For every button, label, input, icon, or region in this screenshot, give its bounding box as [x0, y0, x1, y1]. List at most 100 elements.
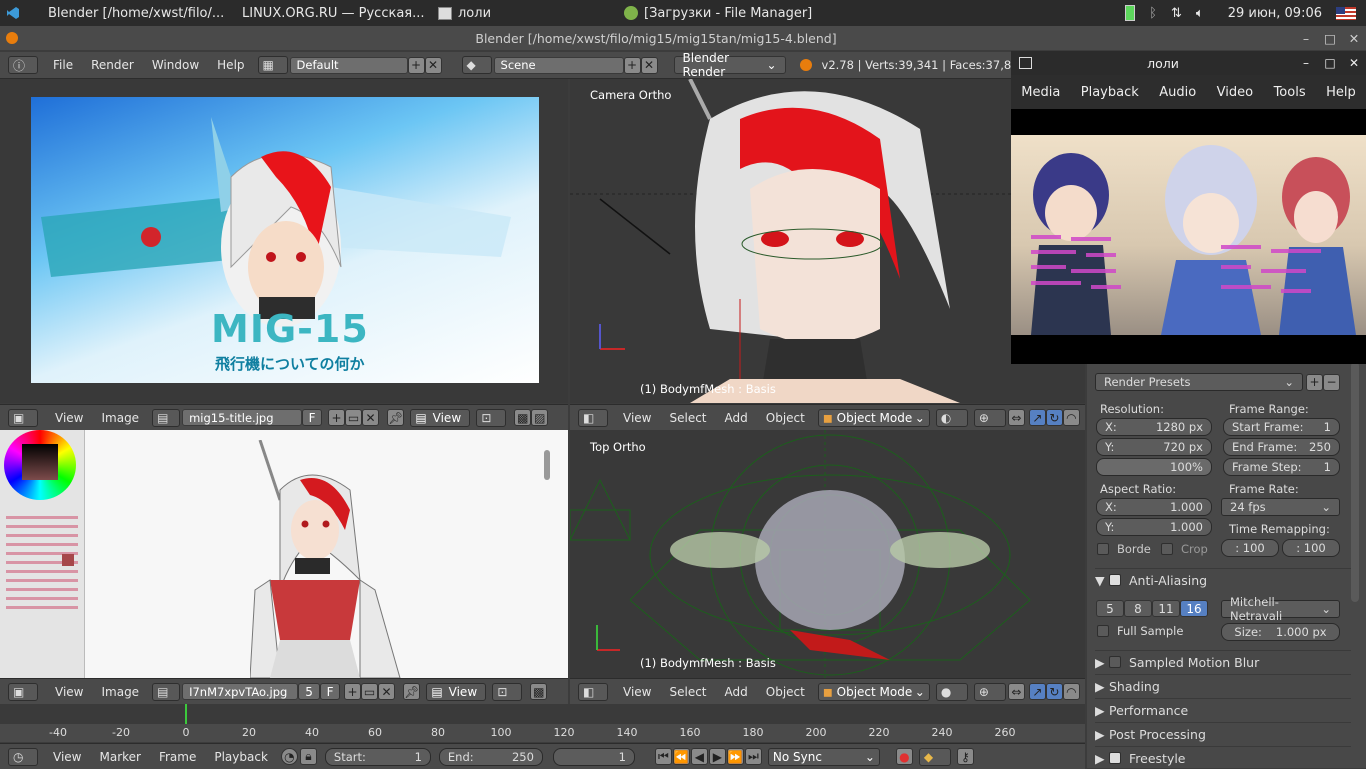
menu-timeline-view[interactable]: View — [44, 750, 90, 764]
image-editor-bottom[interactable] — [0, 430, 568, 678]
shading-select-2[interactable]: ● — [935, 682, 968, 701]
resolution-percent-field[interactable]: 100% — [1096, 458, 1212, 476]
menu-image-2[interactable]: Image — [92, 685, 148, 699]
filter-size-field[interactable]: Size: 1.000 px — [1221, 623, 1340, 641]
maximize-button[interactable]: □ — [1318, 31, 1342, 46]
task-vscode[interactable] — [0, 0, 34, 26]
fake-user-button[interactable]: F — [302, 409, 323, 426]
battery-icon[interactable] — [1125, 5, 1136, 21]
current-frame-field[interactable]: 1 — [552, 747, 635, 766]
full-sample-toggle[interactable]: Full Sample — [1097, 624, 1183, 638]
keyboard-layout-flag-icon[interactable] — [1336, 6, 1356, 20]
add-preset-button[interactable]: + — [1306, 373, 1323, 391]
open-image-button[interactable]: ▭ — [345, 409, 363, 426]
crop-toggle[interactable]: Crop — [1161, 542, 1208, 556]
add-scene-button[interactable]: + — [623, 56, 641, 74]
end-frame-field[interactable]: End: 250 — [438, 747, 543, 766]
remap-old-field[interactable]: : 100 — [1221, 539, 1279, 557]
vlc-maximize-button[interactable]: □ — [1318, 56, 1342, 70]
motion-blur-checkbox[interactable] — [1109, 656, 1121, 668]
menu-frame[interactable]: Frame — [150, 750, 205, 764]
menu-view-3d[interactable]: View — [614, 411, 660, 425]
remove-layout-button[interactable]: ✕ — [424, 56, 442, 74]
remove-scene-button[interactable]: ✕ — [640, 56, 658, 74]
close-button[interactable]: ✕ — [1342, 31, 1366, 46]
network-icon[interactable]: ⇅ — [1171, 6, 1182, 21]
shading-select[interactable]: ◐ — [935, 408, 968, 427]
editor-type-image-button-2[interactable]: ▣ — [8, 682, 38, 701]
task-loli[interactable]: лоли — [430, 0, 616, 26]
properties-scrollbar[interactable] — [1351, 362, 1359, 602]
aa-samples-16[interactable]: 16 — [1180, 600, 1208, 617]
menu-help[interactable]: Help — [208, 58, 253, 72]
unlink-image-button-2[interactable]: ✕ — [378, 683, 396, 700]
remap-new-field[interactable]: : 100 — [1282, 539, 1340, 557]
record-button[interactable]: ● — [895, 748, 913, 765]
editor-type-info-button[interactable]: ⓘ — [8, 56, 38, 74]
display-channels-button[interactable]: ▩ — [514, 409, 532, 426]
pivot-select-2[interactable]: ⊡ — [492, 682, 523, 701]
unlink-image-button[interactable]: ✕ — [362, 409, 380, 426]
jump-prev-key-button[interactable]: ⏪ — [672, 748, 690, 765]
menu-object-3d[interactable]: Object — [757, 411, 814, 425]
image-browse-button[interactable]: ▤ — [152, 408, 181, 427]
resolution-y-field[interactable]: Y: 720 px — [1096, 438, 1212, 456]
vlc-menu-audio[interactable]: Audio — [1159, 85, 1196, 100]
fake-user-button-2[interactable]: F — [320, 683, 341, 700]
jump-start-button[interactable]: ⏮ — [654, 748, 672, 765]
rotate-manipulator[interactable]: ↻ — [1045, 409, 1063, 426]
bluetooth-icon[interactable]: ᛒ — [1149, 6, 1157, 21]
start-frame-field[interactable]: Start: 1 — [324, 747, 431, 766]
add-layout-button[interactable]: + — [407, 56, 425, 74]
crop-checkbox[interactable] — [1161, 543, 1173, 555]
freestyle-section[interactable]: ▶ Freestyle — [1095, 746, 1351, 769]
menu-view-2[interactable]: View — [46, 685, 92, 699]
pivot-point-select[interactable]: ⊕ — [973, 408, 1006, 427]
color-square[interactable] — [22, 444, 58, 480]
jump-end-button[interactable]: ⏭ — [744, 748, 762, 765]
vlc-minimize-button[interactable]: – — [1294, 56, 1318, 70]
image-name-field-2[interactable]: I7nM7xpvTAo.jpg — [182, 683, 299, 700]
frame-step-field[interactable]: Frame Step: 1 — [1223, 458, 1340, 476]
shading-section[interactable]: ▶ Shading — [1095, 674, 1351, 697]
render-presets-select[interactable]: Render Presets ⌄ — [1095, 373, 1303, 391]
menu-view-3d-2[interactable]: View — [614, 685, 660, 699]
pivot-point-select-2[interactable]: ⊕ — [973, 682, 1006, 701]
vlc-close-button[interactable]: ✕ — [1342, 56, 1366, 70]
vertical-scrollbar[interactable] — [544, 450, 550, 480]
screen-layout-icon-button[interactable]: ▦ — [257, 56, 288, 74]
image-name-field[interactable]: mig15-title.jpg — [182, 409, 303, 426]
render-engine-select[interactable]: Blender Render ⌄ — [673, 51, 786, 79]
anti-aliasing-checkbox[interactable] — [1109, 574, 1121, 586]
menu-select-3d[interactable]: Select — [660, 411, 715, 425]
open-image-button-2[interactable]: ▭ — [361, 683, 379, 700]
menu-image[interactable]: Image — [92, 411, 148, 425]
menu-window[interactable]: Window — [143, 58, 208, 72]
image-browse-button-2[interactable]: ▤ — [152, 682, 181, 701]
pivot-select[interactable]: ⊡ — [476, 408, 507, 427]
translate-manipulator-2[interactable]: ↗ — [1028, 683, 1046, 700]
end-frame-prop-field[interactable]: End Frame: 250 — [1223, 438, 1340, 456]
insert-keyframe-button[interactable]: ⚷ — [956, 748, 974, 765]
minimize-button[interactable]: – — [1294, 31, 1318, 46]
task-file-manager[interactable]: [Загрузки - File Manager] — [616, 0, 832, 26]
task-blender[interactable]: Blender [/home/xwst/filo/... — [34, 0, 228, 26]
menu-view[interactable]: View — [46, 411, 92, 425]
preview-range-button[interactable]: ◔ — [280, 748, 298, 765]
editor-type-timeline-button[interactable]: ◷ — [8, 747, 38, 766]
anti-aliasing-section-header[interactable]: ▼ Anti-Aliasing — [1095, 568, 1351, 591]
vlc-menu-playback[interactable]: Playback — [1081, 85, 1139, 100]
new-image-button-2[interactable]: + — [344, 683, 362, 700]
manipulator-toggle-2[interactable]: ⇔ — [1007, 683, 1025, 700]
scale-manipulator[interactable]: ◠ — [1062, 409, 1080, 426]
image-editor-top[interactable]: MIG-15 飛行機についての何か — [0, 79, 568, 403]
post-processing-section[interactable]: ▶ Post Processing — [1095, 722, 1351, 745]
view-mode-select[interactable]: ▤ View — [410, 408, 471, 427]
scene-icon-button[interactable]: ◆ — [461, 56, 492, 74]
menu-add-3d-2[interactable]: Add — [716, 685, 757, 699]
vlc-menu-help[interactable]: Help — [1326, 85, 1356, 100]
menu-add-3d[interactable]: Add — [716, 411, 757, 425]
mode-select-2[interactable]: ◼︎ Object Mode ⌄ — [817, 682, 930, 701]
aa-samples-5[interactable]: 5 — [1096, 600, 1124, 617]
scene-field[interactable]: Scene — [493, 56, 624, 74]
